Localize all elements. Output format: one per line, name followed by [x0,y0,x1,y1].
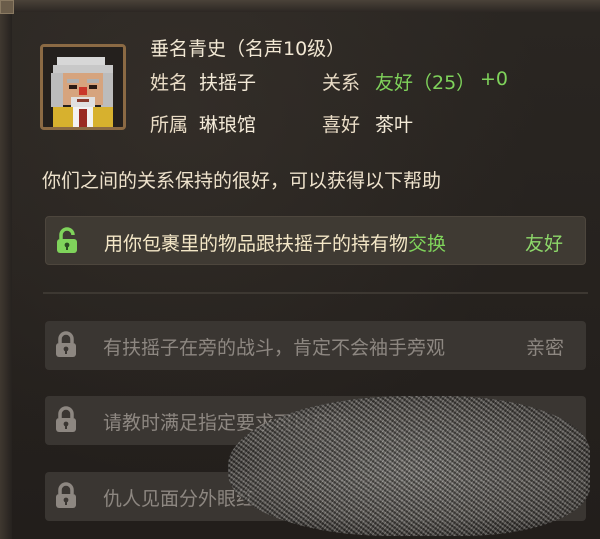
relationship-panel: 垂名青史（名声10级） 姓名 扶摇子 关系 友好（25） +0 所属 琳琅馆 喜… [0,0,600,539]
faction-label: 所属 [150,114,189,136]
benefit-description: 用你包裹里的物品跟扶摇子的持有物交换 [104,233,447,255]
npc-likes: 茶叶 [375,114,414,136]
benefit-description: 有扶摇子在旁的战斗，肯定不会袖手旁观 [103,337,446,359]
benefit-row-exchange[interactable]: 用你包裹里的物品跟扶摇子的持有物交换 友好 [45,216,586,265]
section-divider [43,292,588,294]
relation-label: 关系 [322,72,361,94]
relation-value: 友好（25） [375,72,476,94]
npc-portrait-image [43,47,123,127]
name-label: 姓名 [150,72,189,94]
help-description: 你们之间的关系保持的很好，可以获得以下帮助 [42,170,442,192]
npc-title: 垂名青史（名声10级） [150,38,346,60]
likes-label: 喜好 [322,114,361,136]
frame-left-border [0,0,12,539]
relation-delta: +0 [480,68,509,90]
noise-obscured-region [228,396,590,536]
frame-top-border [0,0,600,12]
locked-padlock-icon [56,406,76,432]
locked-padlock-icon [56,331,76,357]
frame-corner-ornament [0,0,14,14]
unlocked-padlock-icon [57,227,77,253]
npc-name: 扶摇子 [199,72,257,94]
npc-portrait[interactable] [40,44,126,130]
benefit-tier: 友好 [524,233,563,255]
benefit-tier: 亲密 [525,337,564,359]
benefit-row-battle-assist[interactable]: 有扶摇子在旁的战斗，肯定不会袖手旁观 亲密 [45,321,586,370]
exchange-link[interactable]: 交换 [408,233,446,255]
npc-faction: 琳琅馆 [199,114,257,136]
locked-padlock-icon [56,482,76,508]
